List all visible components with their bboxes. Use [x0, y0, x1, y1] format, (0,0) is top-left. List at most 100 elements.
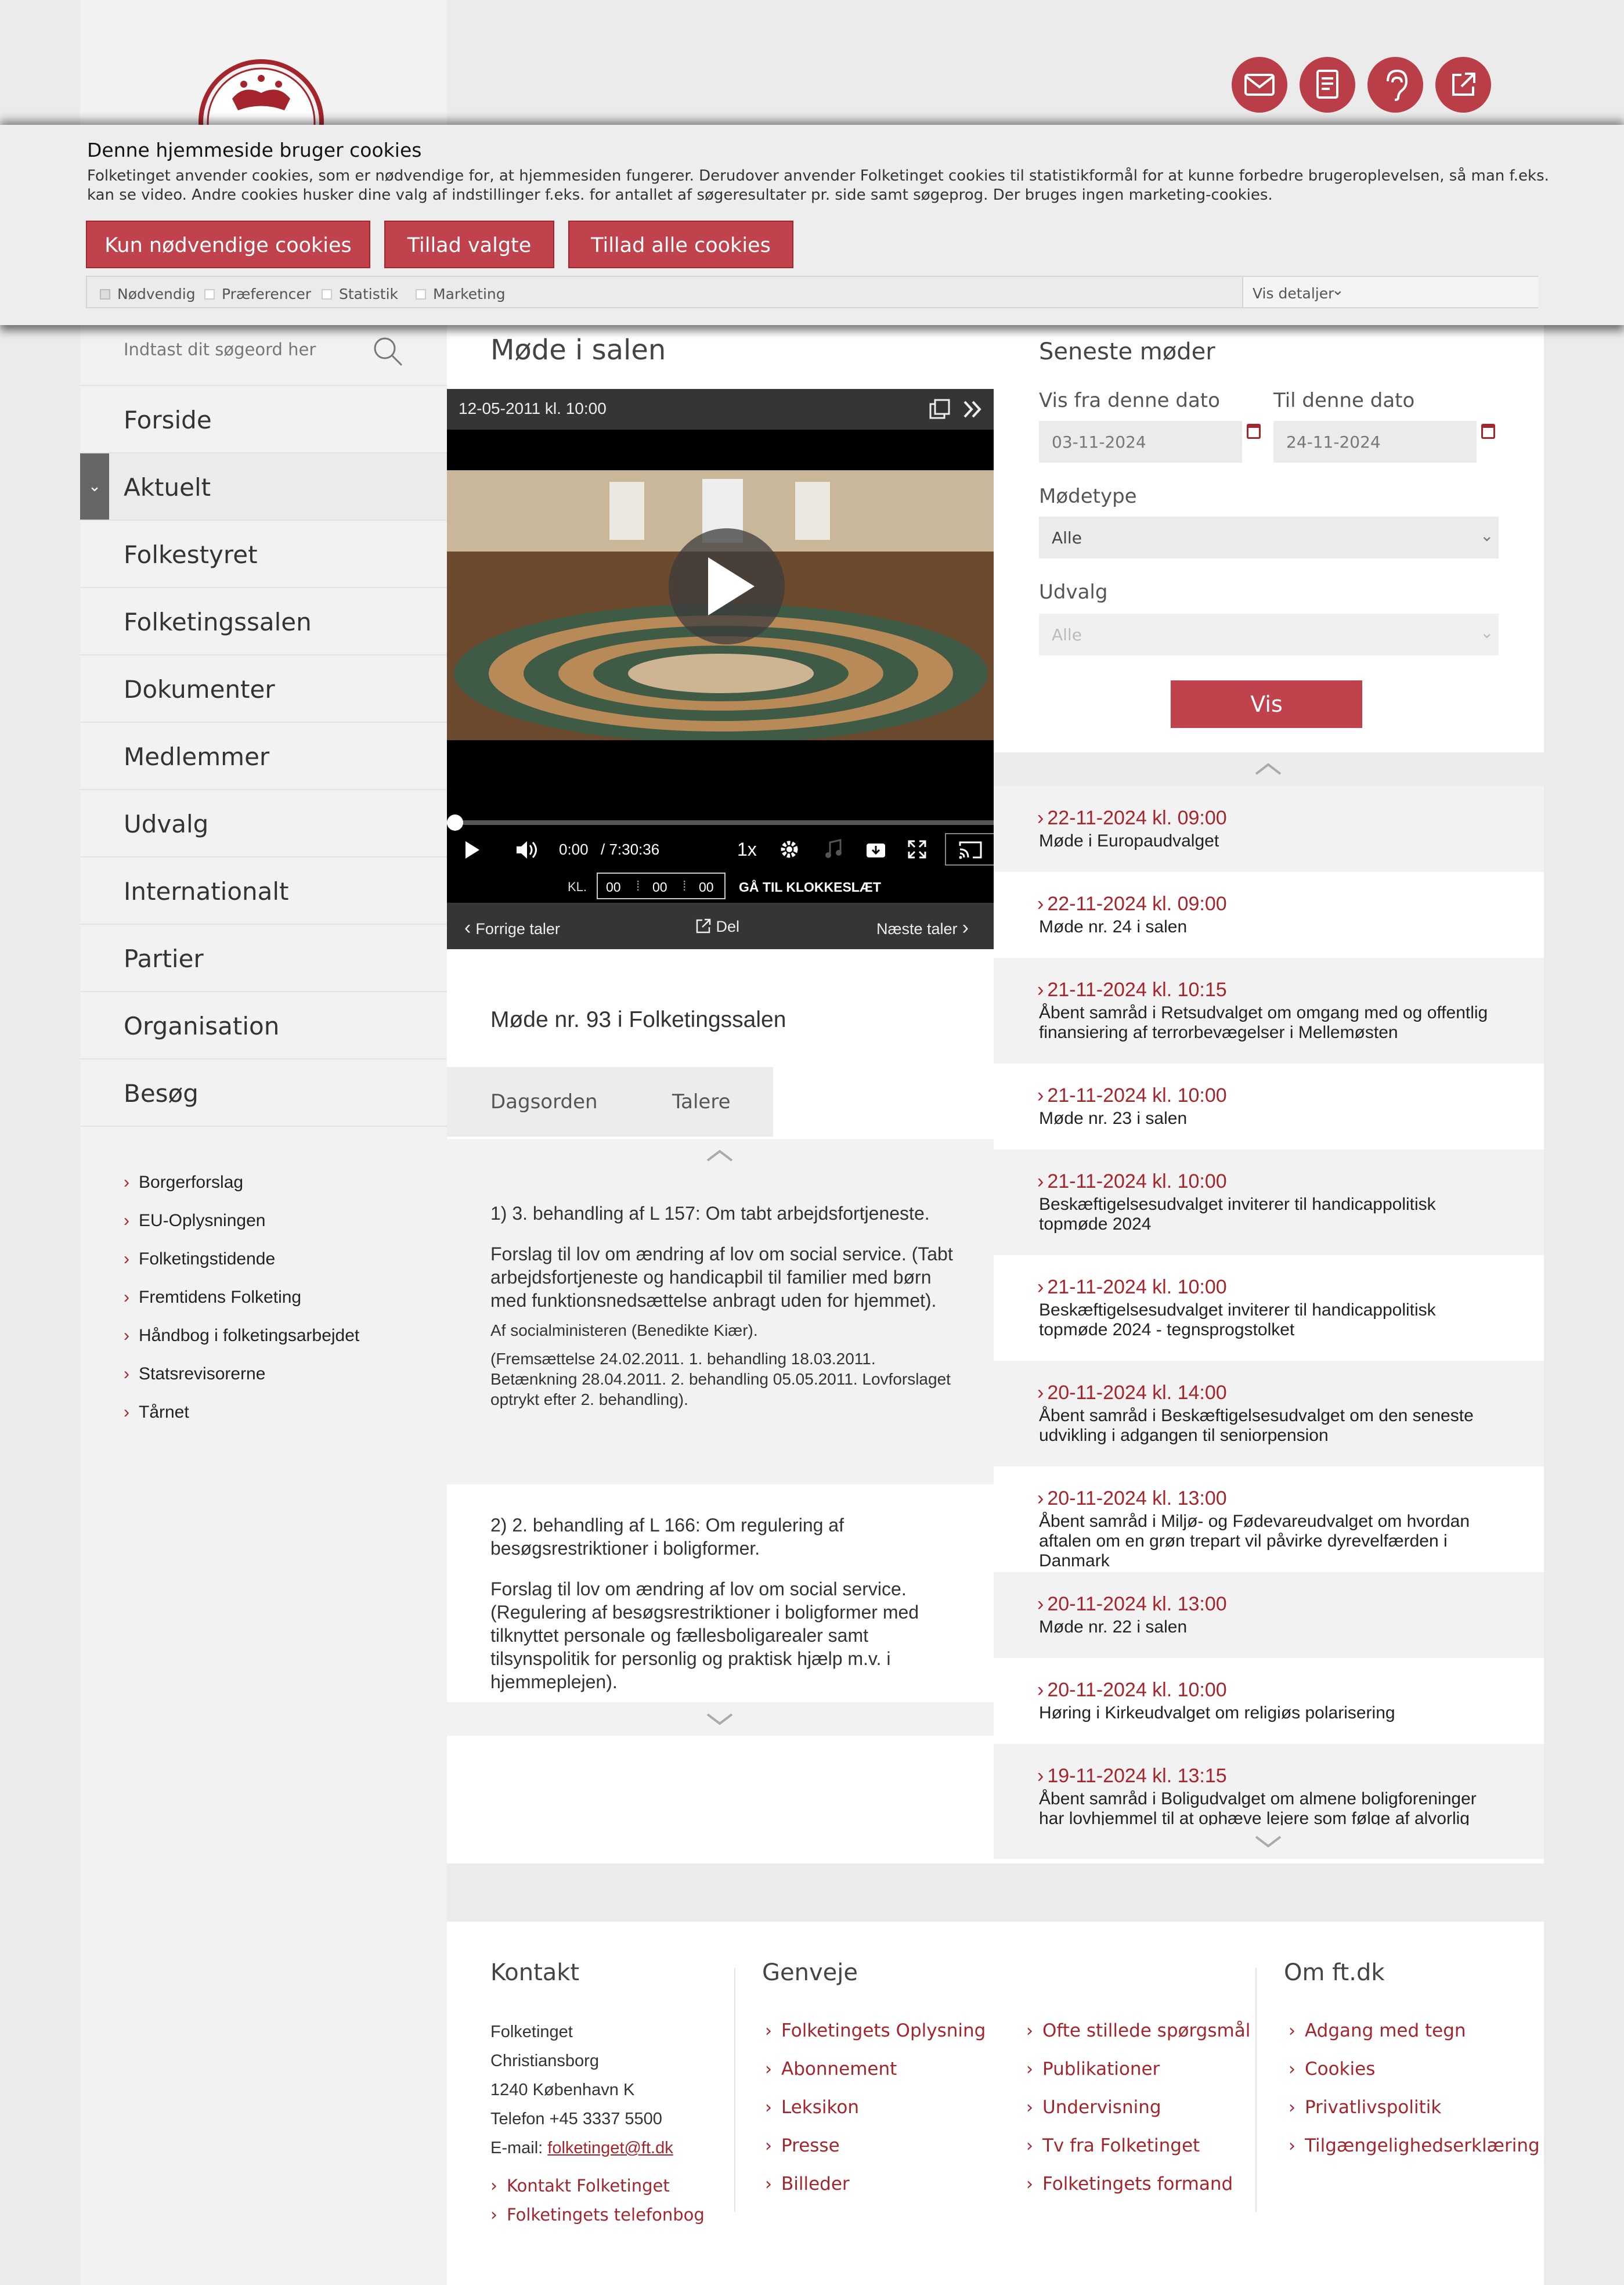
agenda-item-2[interactable]: 2) 2. behandling af L 166: Om regulering…: [490, 1513, 955, 1693]
settings-icon[interactable]: [779, 839, 800, 860]
external-link-icon[interactable]: [1435, 57, 1491, 113]
clock-input[interactable]: 00 ⁞ 00 ⁞ 00: [597, 873, 726, 899]
footer-link[interactable]: › Abonnement: [765, 2059, 897, 2079]
download-icon[interactable]: [865, 839, 887, 860]
footer-link[interactable]: › Folketingets Oplysning: [765, 2020, 986, 2041]
meeting-item[interactable]: › 21-11-2024 kl. 10:00 Beskæftigelsesudva…: [994, 1149, 1544, 1255]
chevron-down-icon[interactable]: [1254, 1833, 1283, 1848]
meeting-item[interactable]: › 20-11-2024 kl. 13:00 Åbent samråd i Mil…: [994, 1466, 1544, 1572]
nav-item-organisation[interactable]: Organisation: [80, 992, 447, 1059]
fullscreen-icon[interactable]: [907, 839, 928, 860]
sub-link-eu-oplysningen[interactable]: › EU-Oplysningen: [124, 1211, 265, 1231]
chevron-down-icon[interactable]: [705, 1711, 734, 1726]
footer-link[interactable]: › Publikationer: [1026, 2059, 1160, 2079]
cast-button[interactable]: [945, 833, 995, 866]
checkbox-marketing[interactable]: Marketing: [416, 286, 506, 302]
popout-icon[interactable]: [929, 398, 951, 420]
show-details-toggle[interactable]: Vis detaljer ⌄: [1242, 277, 1538, 307]
checkbox-preferences[interactable]: Præferencer: [204, 286, 311, 302]
footer-link[interactable]: › Folketingets formand: [1026, 2174, 1233, 2194]
nav-item-dokumenter[interactable]: Dokumenter: [80, 655, 447, 723]
nav-item-folketingssalen[interactable]: Folketingssalen: [80, 588, 447, 655]
calendar-icon[interactable]: [1247, 424, 1261, 439]
checkbox-statistics[interactable]: Statistik: [322, 286, 398, 302]
nav-item-forside[interactable]: Forside: [80, 386, 447, 453]
clock-hours[interactable]: 00: [606, 880, 621, 895]
footer-link[interactable]: › Privatlivspolitik: [1289, 2097, 1441, 2118]
footer-link-kontakt[interactable]: › Kontakt Folketinget: [490, 2176, 670, 2196]
allow-selected-button[interactable]: Tillad valgte: [384, 221, 554, 268]
show-button[interactable]: Vis: [1171, 680, 1362, 728]
from-date-input[interactable]: 03-11-2024: [1039, 421, 1242, 463]
nav-item-medlemmer[interactable]: Medlemmer: [80, 723, 447, 790]
clock-minutes[interactable]: 00: [652, 880, 667, 895]
meeting-item[interactable]: › 22-11-2024 kl. 09:00 Møde nr. 24 i sale…: [994, 872, 1544, 958]
sub-link-fremtidens-folketing[interactable]: › Fremtidens Folketing: [124, 1288, 301, 1307]
sub-link-tarnet[interactable]: › Tårnet: [124, 1403, 189, 1422]
folketinget-logo[interactable]: [197, 58, 325, 128]
footer-link[interactable]: › Leksikon: [765, 2097, 859, 2118]
scroll-down-bar[interactable]: [994, 1825, 1544, 1859]
footer-link-telefonbog[interactable]: › Folketingets telefonbog: [490, 2205, 705, 2225]
nav-item-partier[interactable]: Partier: [80, 925, 447, 992]
scroll-down-bar[interactable]: [447, 1702, 994, 1736]
necessary-cookies-button[interactable]: Kun nødvendige cookies: [86, 221, 370, 268]
document-icon[interactable]: [1300, 57, 1355, 113]
meeting-item[interactable]: › 21-11-2024 kl. 10:15 Åbent samråd i Ret…: [994, 958, 1544, 1064]
share-button[interactable]: Del: [695, 918, 739, 936]
scroll-up-bar[interactable]: [447, 1139, 994, 1174]
allow-all-button[interactable]: Tillad alle cookies: [568, 221, 793, 268]
chevron-up-icon[interactable]: [705, 1148, 734, 1163]
meeting-item[interactable]: › 20-11-2024 kl. 10:00 Høring i Kirkeudva…: [994, 1658, 1544, 1744]
footer-link[interactable]: › Billeder: [765, 2174, 850, 2194]
prev-speaker-button[interactable]: ‹ Forrige taler: [464, 917, 560, 939]
sub-link-folketingstidende[interactable]: › Folketingstidende: [124, 1249, 275, 1269]
video-frame[interactable]: [447, 430, 995, 787]
sub-link-statsrevisorerne[interactable]: › Statsrevisorerne: [124, 1364, 265, 1384]
search-icon[interactable]: [370, 334, 405, 369]
agenda-item-1[interactable]: 1) 3. behandling af L 157: Om tabt arbej…: [490, 1202, 955, 1410]
footer-link[interactable]: › Ofte stillede spørgsmål: [1026, 2020, 1250, 2041]
tab-dagsorden[interactable]: Dagsorden: [490, 1090, 598, 1113]
volume-icon[interactable]: [515, 840, 537, 860]
meeting-item[interactable]: › 20-11-2024 kl. 13:00 Møde nr. 22 i sale…: [994, 1572, 1544, 1658]
footer-link[interactable]: › Tilgængelighedserklæring: [1289, 2135, 1540, 2156]
chevron-up-icon[interactable]: [1254, 761, 1283, 776]
footer-link[interactable]: › Tv fra Folketinget: [1026, 2135, 1200, 2156]
nav-item-folkestyret[interactable]: Folkestyret: [80, 521, 447, 588]
nav-item-internationalt[interactable]: Internationalt: [80, 857, 447, 925]
sub-link-handbog[interactable]: › Håndbog i folketingsarbejdet: [124, 1326, 359, 1346]
speed-button[interactable]: 1x: [737, 839, 757, 860]
goto-time-button[interactable]: GÅ TIL KLOKKESLÆT: [739, 880, 881, 895]
hearing-icon[interactable]: [1367, 57, 1423, 113]
clock-seconds[interactable]: 00: [699, 880, 714, 895]
search-box[interactable]: Indtast dit søgeord her: [80, 322, 447, 386]
play-icon[interactable]: [463, 840, 481, 860]
checkbox-necessary[interactable]: Nødvendig: [100, 286, 196, 302]
music-note-icon[interactable]: [824, 839, 843, 860]
footer-link[interactable]: › Undervisning: [1026, 2097, 1161, 2118]
meeting-item[interactable]: › 21-11-2024 kl. 10:00 Beskæftigelsesudva…: [994, 1255, 1544, 1361]
meeting-item[interactable]: › 22-11-2024 kl. 09:00 Møde i Europaudval…: [994, 786, 1544, 872]
meeting-type-select[interactable]: Alle ⌄: [1039, 517, 1499, 558]
search-input[interactable]: Indtast dit søgeord her: [124, 340, 316, 359]
meeting-item[interactable]: › 20-11-2024 kl. 14:00 Åbent samråd i Bes…: [994, 1361, 1544, 1466]
calendar-icon[interactable]: [1481, 424, 1495, 439]
tab-talere[interactable]: Talere: [672, 1090, 731, 1113]
footer-link[interactable]: › Cookies: [1289, 2059, 1375, 2079]
double-chevron-right-icon[interactable]: [961, 398, 983, 420]
mail-icon[interactable]: [1232, 57, 1287, 113]
email-link[interactable]: folketinget@ft.dk: [547, 2139, 673, 2157]
meeting-item[interactable]: › 21-11-2024 kl. 10:00 Møde nr. 23 i sale…: [994, 1064, 1544, 1149]
nav-item-besog[interactable]: Besøg: [80, 1059, 447, 1127]
chevron-down-icon[interactable]: ⌄: [80, 453, 109, 520]
progress-handle[interactable]: [447, 814, 463, 831]
meeting-item[interactable]: › 19-11-2024 kl. 13:15 Åbent samråd i Bol…: [994, 1744, 1544, 1825]
nav-item-udvalg[interactable]: Udvalg: [80, 790, 447, 857]
footer-link[interactable]: › Presse: [765, 2135, 840, 2156]
progress-track[interactable]: [447, 820, 995, 825]
nav-item-aktuelt[interactable]: ⌄ Aktuelt: [80, 453, 447, 521]
next-speaker-button[interactable]: Næste taler ›: [876, 917, 969, 939]
to-date-input[interactable]: 24-11-2024: [1273, 421, 1477, 463]
sub-link-borgerforslag[interactable]: › Borgerforslag: [124, 1173, 243, 1192]
